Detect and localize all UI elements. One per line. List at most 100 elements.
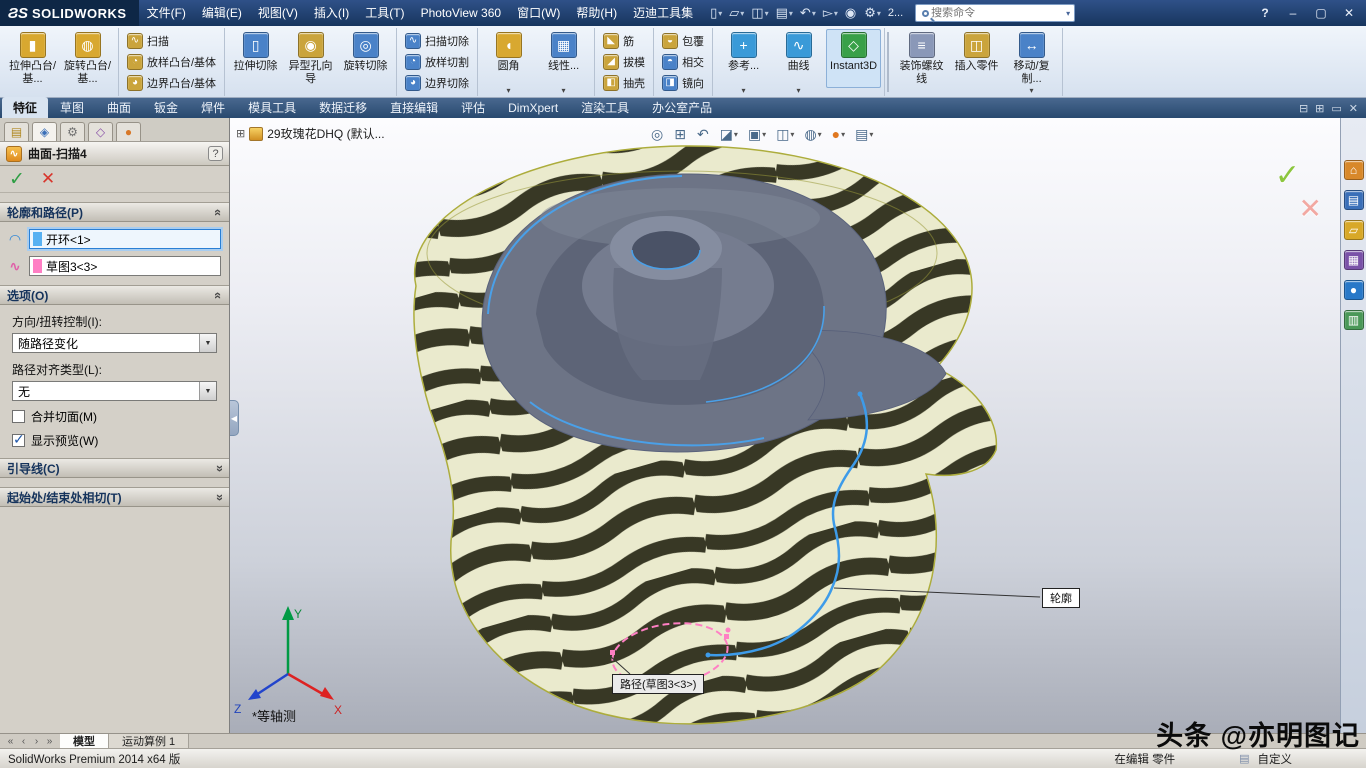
section-guide-curves[interactable]: 引导线(C) « xyxy=(0,458,229,478)
tab-sheet-metal[interactable]: 钣金 xyxy=(143,97,189,119)
help-icon[interactable]: ? xyxy=(1254,6,1276,20)
view-settings-icon[interactable]: ▤▾ xyxy=(852,124,876,144)
tab-render-tools[interactable]: 渲染工具 xyxy=(570,97,640,119)
dropdown-arrow-icon[interactable]: ▼ xyxy=(199,334,216,352)
profile-field[interactable]: 开环<1> xyxy=(29,229,221,249)
file-explorer-icon[interactable]: ▱ xyxy=(1344,220,1364,240)
intersect-button[interactable]: ◓相交 xyxy=(657,52,709,71)
save-icon[interactable]: ◫▾ xyxy=(748,5,771,21)
propertymanager-tab[interactable]: ◈ xyxy=(32,122,57,141)
graphics-viewport[interactable]: Y X Z ⊞ 29玫瑰花DHQ (默认... ◎⊞↶◪▾▣▾◫▾◍▾●▾▤▾ … xyxy=(230,118,1340,733)
tab-nav-arrow-icon[interactable]: » xyxy=(44,736,55,747)
ok-button[interactable]: ✓ xyxy=(9,168,25,191)
dock-right-icon[interactable]: ⊞ xyxy=(1315,102,1324,115)
tab-dimxpert[interactable]: DimXpert xyxy=(497,99,569,118)
boundary-boss-button[interactable]: ◕边界凸台/基体 xyxy=(122,73,221,92)
menu-item[interactable]: 窗口(W) xyxy=(509,0,568,26)
tab-office-products[interactable]: 办公室产品 xyxy=(641,97,723,119)
path-alignment-select[interactable]: 无 ▼ xyxy=(12,381,217,401)
view-orientation-icon[interactable]: ▣▾ xyxy=(745,124,769,144)
maximize-button[interactable]: ▢ xyxy=(1310,6,1332,20)
rebuild-icon[interactable]: ◉ xyxy=(842,5,860,21)
menu-item[interactable]: 视图(V) xyxy=(250,0,306,26)
hide-show-items-icon[interactable]: ◍▾ xyxy=(801,124,824,144)
merge-tangent-faces-checkbox[interactable]: 合并切面(M) xyxy=(12,408,217,425)
appearances-icon[interactable]: ● xyxy=(1344,280,1364,300)
checkbox[interactable] xyxy=(12,410,25,423)
reference-geometry-button[interactable]: +参考...▾ xyxy=(716,29,771,95)
new-document-icon[interactable]: ▯▾ xyxy=(707,5,725,21)
menu-item[interactable]: 编辑(E) xyxy=(194,0,250,26)
tab-data-migration[interactable]: 数据迁移 xyxy=(308,97,378,119)
panel-splitter-handle[interactable]: ◀ xyxy=(230,400,239,436)
orientation-select[interactable]: 随路径变化 ▼ xyxy=(12,333,217,353)
swept-cut-button[interactable]: ∿扫描切除 xyxy=(400,31,474,50)
confirmation-ok-icon[interactable]: ✓ xyxy=(1275,158,1300,193)
profile-callout[interactable]: 轮廓 xyxy=(1042,588,1080,608)
configurationmanager-tab[interactable]: ⚙ xyxy=(60,122,85,141)
zoom-area-icon[interactable]: ⊞ xyxy=(671,124,690,144)
rose-model[interactable] xyxy=(414,146,996,724)
dropdown-arrow-icon[interactable]: ▼ xyxy=(199,382,216,400)
tab-evaluate[interactable]: 评估 xyxy=(450,97,496,119)
displaymanager-tab[interactable]: ● xyxy=(116,122,141,141)
cosmetic-thread-button[interactable]: ≡装饰螺纹线 xyxy=(894,29,949,88)
options-icon[interactable]: ⚙▾ xyxy=(861,5,884,21)
solidworks-resources-icon[interactable]: ⌂ xyxy=(1344,160,1364,180)
menu-item[interactable]: 迈迪工具集 xyxy=(625,0,701,26)
rib-button[interactable]: ◣筋 xyxy=(598,31,639,50)
minimize-button[interactable]: – xyxy=(1282,6,1304,20)
instant3d-button[interactable]: ◇Instant3D xyxy=(826,29,881,88)
menu-item[interactable]: 帮助(H) xyxy=(568,0,625,26)
help-icon[interactable]: ? xyxy=(208,146,223,161)
move-copy-button[interactable]: ↔移动/复制...▾ xyxy=(1004,29,1059,95)
menu-item[interactable]: 插入(I) xyxy=(306,0,357,26)
tab-features[interactable]: 特征 xyxy=(2,97,48,119)
show-preview-checkbox[interactable]: 显示预览(W) xyxy=(12,432,217,449)
checkbox[interactable] xyxy=(12,434,25,447)
shell-button[interactable]: ◧抽壳 xyxy=(598,73,650,92)
command-search[interactable]: ▾ xyxy=(915,4,1075,22)
revolved-boss-button[interactable]: ◍旋转凸台/基... xyxy=(60,29,115,88)
view-palette-icon[interactable]: ▦ xyxy=(1344,250,1364,270)
zoom-fit-icon[interactable]: ◎ xyxy=(648,124,667,144)
lofted-cut-button[interactable]: ◔放样切割 xyxy=(400,52,474,71)
motion-study-tab[interactable]: 运动算例 1 xyxy=(109,734,189,748)
insert-part-button[interactable]: ◫插入零件 xyxy=(949,29,1004,88)
close-document-icon[interactable]: ✕ xyxy=(1349,102,1358,115)
tab-surfaces[interactable]: 曲面 xyxy=(96,97,142,119)
lofted-boss-button[interactable]: ◔放样凸台/基体 xyxy=(122,52,221,71)
mirror-button[interactable]: ◨镜向 xyxy=(657,73,709,92)
menu-item[interactable]: 文件(F) xyxy=(139,0,194,26)
tab-nav-arrow-icon[interactable]: « xyxy=(5,736,16,747)
menu-item[interactable]: 工具(T) xyxy=(357,0,412,26)
tab-sketch[interactable]: 草图 xyxy=(49,97,95,119)
tab-mold-tools[interactable]: 模具工具 xyxy=(237,97,307,119)
extruded-boss-button[interactable]: ▮拉伸凸台/基... xyxy=(5,29,60,88)
tab-nav-arrow-icon[interactable]: ‹ xyxy=(18,736,29,747)
cancel-button[interactable]: ✕ xyxy=(41,169,55,189)
flyout-feature-tree[interactable]: ⊞ 29玫瑰花DHQ (默认... xyxy=(236,125,385,142)
path-field[interactable]: 草图3<3> xyxy=(29,256,221,276)
restore-window-icon[interactable]: ▭ xyxy=(1331,102,1341,115)
tab-weldments[interactable]: 焊件 xyxy=(190,97,236,119)
section-view-icon[interactable]: ◪▾ xyxy=(717,124,741,144)
close-button[interactable]: ✕ xyxy=(1338,6,1360,20)
search-caret-icon[interactable]: ▾ xyxy=(1066,9,1070,18)
curves-button[interactable]: ∿曲线▾ xyxy=(771,29,826,95)
section-options[interactable]: 选项(O) « xyxy=(0,285,229,305)
select-arrow-icon[interactable]: ▻▾ xyxy=(820,5,841,21)
tab-direct-editing[interactable]: 直接编辑 xyxy=(379,97,449,119)
tab-nav-arrow-icon[interactable]: › xyxy=(31,736,42,747)
extruded-cut-button[interactable]: ▯拉伸切除 xyxy=(228,29,283,88)
model-tab[interactable]: 模型 xyxy=(60,734,109,748)
section-profile-path[interactable]: 轮廓和路径(P) « xyxy=(0,202,229,222)
fillet-button[interactable]: ◖圆角▾ xyxy=(481,29,536,95)
custom-properties-icon[interactable]: ▥ xyxy=(1344,310,1364,330)
edit-appearance-icon[interactable]: ●▾ xyxy=(829,124,848,144)
design-library-icon[interactable]: ▤ xyxy=(1344,190,1364,210)
search-input[interactable] xyxy=(931,7,1066,19)
section-start-end-tangency[interactable]: 起始处/结束处相切(T) « xyxy=(0,487,229,507)
toolbar-overflow[interactable]: 2... xyxy=(888,7,903,19)
undo-icon[interactable]: ↶▾ xyxy=(797,5,819,21)
